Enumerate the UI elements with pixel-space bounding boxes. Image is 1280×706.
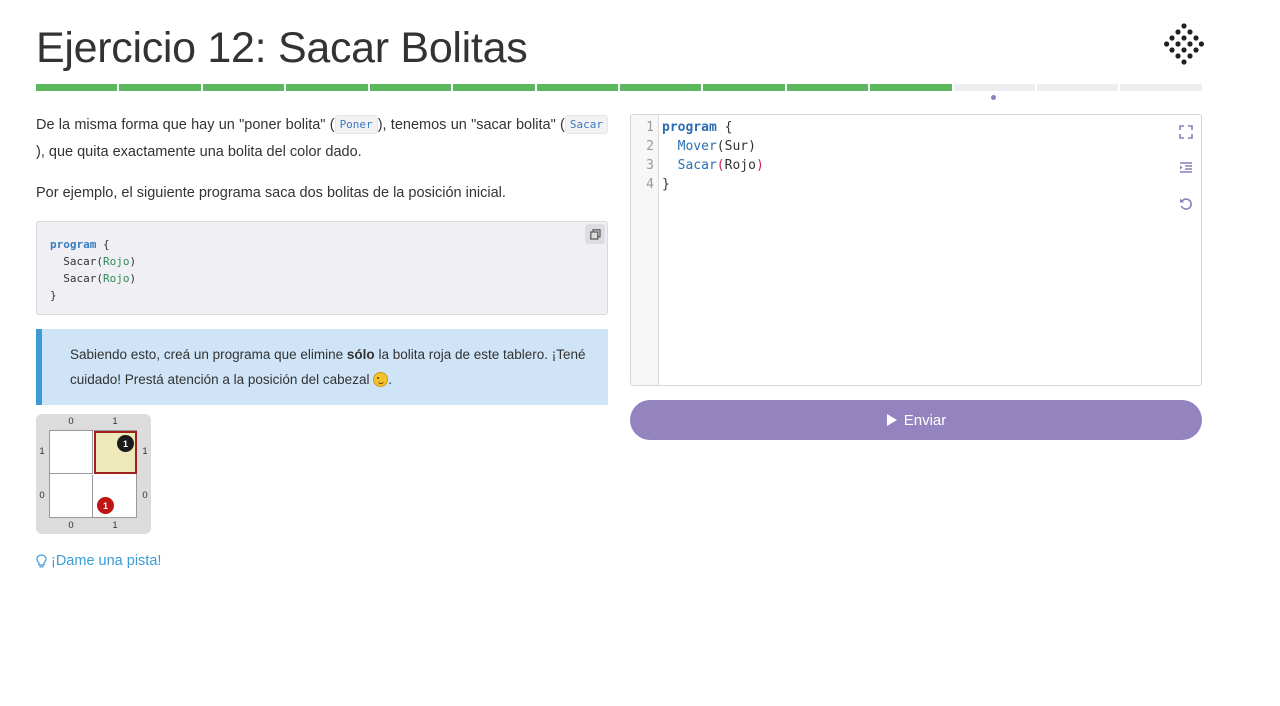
text: { bbox=[96, 238, 110, 251]
intro-paragraph: De la misma forma que hay un "poner boli… bbox=[36, 112, 608, 166]
argument: Rojo bbox=[724, 158, 756, 173]
exercise-progress-bar bbox=[36, 84, 1202, 91]
procedure-name: Mover bbox=[662, 139, 717, 154]
page-title: Ejercicio 12: Sacar Bolitas bbox=[36, 24, 528, 72]
row-label: 1 bbox=[142, 446, 148, 457]
text: ), que quita exactamente una bolita del … bbox=[36, 144, 362, 160]
exercise-description: De la misma forma que hay un "poner boli… bbox=[36, 112, 608, 405]
text: ) bbox=[129, 255, 137, 268]
row-label: 0 bbox=[39, 490, 45, 501]
line-number: 4 bbox=[646, 177, 654, 192]
keyword: program bbox=[662, 120, 717, 135]
column-label: 1 bbox=[112, 520, 118, 531]
current-exercise-marker bbox=[991, 95, 996, 100]
progress-segment[interactable] bbox=[119, 84, 201, 91]
text: { bbox=[716, 120, 733, 135]
text: ), tenemos un "sacar bolita" ( bbox=[377, 117, 565, 133]
text: Sacar( bbox=[50, 272, 103, 285]
ball-black: 1 bbox=[117, 435, 134, 452]
submit-label: Enviar bbox=[903, 411, 947, 429]
progress-segment[interactable] bbox=[1120, 84, 1202, 91]
code-line: Sacar(Rojo) bbox=[50, 270, 594, 287]
column-label: 1 bbox=[112, 416, 118, 427]
row-label: 0 bbox=[142, 490, 148, 501]
editor-line[interactable]: Sacar(Rojo) bbox=[662, 158, 764, 173]
procedure-name: Sacar bbox=[662, 158, 717, 173]
text: De la misma forma que hay un "poner boli… bbox=[36, 117, 335, 133]
inline-code-poner: Poner bbox=[334, 115, 378, 134]
hint-label: ¡Dame una pista! bbox=[51, 553, 162, 569]
fullscreen-button[interactable] bbox=[1177, 123, 1195, 141]
column-label: 0 bbox=[68, 520, 74, 531]
editor-line[interactable]: } bbox=[662, 177, 670, 192]
progress-segment[interactable] bbox=[202, 84, 285, 91]
board-grid: 1 1 bbox=[49, 430, 137, 518]
line-number-gutter: 1 2 3 4 bbox=[631, 115, 659, 385]
fullscreen-icon bbox=[1179, 125, 1193, 139]
board-cell bbox=[50, 475, 93, 518]
emphasis: sólo bbox=[346, 347, 375, 362]
progress-segment[interactable] bbox=[536, 84, 618, 91]
text: Sabiendo esto, creá un programa que elim… bbox=[70, 347, 347, 362]
text: (Sur) bbox=[716, 139, 756, 154]
column-label: 0 bbox=[68, 416, 74, 427]
copy-icon bbox=[589, 228, 601, 240]
lightbulb-icon bbox=[36, 553, 47, 567]
line-number: 3 bbox=[646, 158, 654, 173]
editor-line[interactable]: program { bbox=[662, 120, 732, 135]
mumuki-logo bbox=[1164, 23, 1204, 65]
example-code-block: program { Sacar(Rojo) Sacar(Rojo) } bbox=[36, 221, 608, 315]
progress-segment[interactable] bbox=[1037, 84, 1119, 91]
play-icon bbox=[886, 414, 897, 426]
task-instructions: Sabiendo esto, creá un programa que elim… bbox=[36, 329, 608, 405]
submit-button[interactable]: Enviar bbox=[630, 400, 1202, 440]
indent-icon bbox=[1180, 162, 1192, 173]
argument: Rojo bbox=[102, 272, 130, 285]
line-number: 2 bbox=[646, 139, 654, 154]
keyword: program bbox=[50, 238, 97, 251]
board-cell bbox=[50, 431, 93, 474]
text: Sacar( bbox=[50, 255, 103, 268]
gobstones-board: 0 1 0 1 1 0 1 0 1 1 bbox=[36, 414, 151, 534]
code-line: Sacar(Rojo) bbox=[50, 253, 594, 270]
progress-segment[interactable] bbox=[36, 84, 118, 91]
indent-button[interactable] bbox=[1177, 159, 1195, 177]
text: ) bbox=[129, 272, 137, 285]
board-cell-head: 1 bbox=[94, 431, 137, 474]
progress-segment[interactable] bbox=[369, 84, 452, 91]
code-line: program { bbox=[50, 236, 594, 253]
board-cell: 1 bbox=[94, 475, 137, 518]
argument: Rojo bbox=[102, 255, 130, 268]
reset-button[interactable] bbox=[1177, 195, 1195, 213]
winking-face-icon bbox=[373, 372, 389, 387]
text: . bbox=[388, 372, 392, 387]
progress-segment[interactable] bbox=[786, 84, 869, 91]
paren: ) bbox=[755, 158, 764, 173]
progress-segment[interactable] bbox=[453, 84, 535, 91]
copy-code-button[interactable] bbox=[585, 224, 605, 244]
line-number: 1 bbox=[646, 120, 654, 135]
progress-segment[interactable] bbox=[703, 84, 785, 91]
reset-icon bbox=[1180, 198, 1192, 210]
row-label: 1 bbox=[39, 446, 45, 457]
example-paragraph: Por ejemplo, el siguiente programa saca … bbox=[36, 185, 506, 201]
inline-code-sacar: Sacar bbox=[564, 115, 608, 134]
progress-segment[interactable] bbox=[870, 84, 952, 91]
ball-red: 1 bbox=[97, 497, 114, 514]
progress-segment[interactable] bbox=[619, 84, 702, 91]
code-editor[interactable]: 1 2 3 4 program { Mover(Sur) Sacar(Rojo)… bbox=[630, 114, 1202, 386]
code-line: } bbox=[50, 289, 57, 302]
progress-segment-current[interactable] bbox=[953, 84, 1036, 91]
paren: ( bbox=[716, 158, 725, 173]
progress-segment[interactable] bbox=[286, 84, 368, 91]
editor-line[interactable]: Mover(Sur) bbox=[662, 139, 756, 154]
hint-link[interactable]: ¡Dame una pista! bbox=[36, 553, 161, 569]
